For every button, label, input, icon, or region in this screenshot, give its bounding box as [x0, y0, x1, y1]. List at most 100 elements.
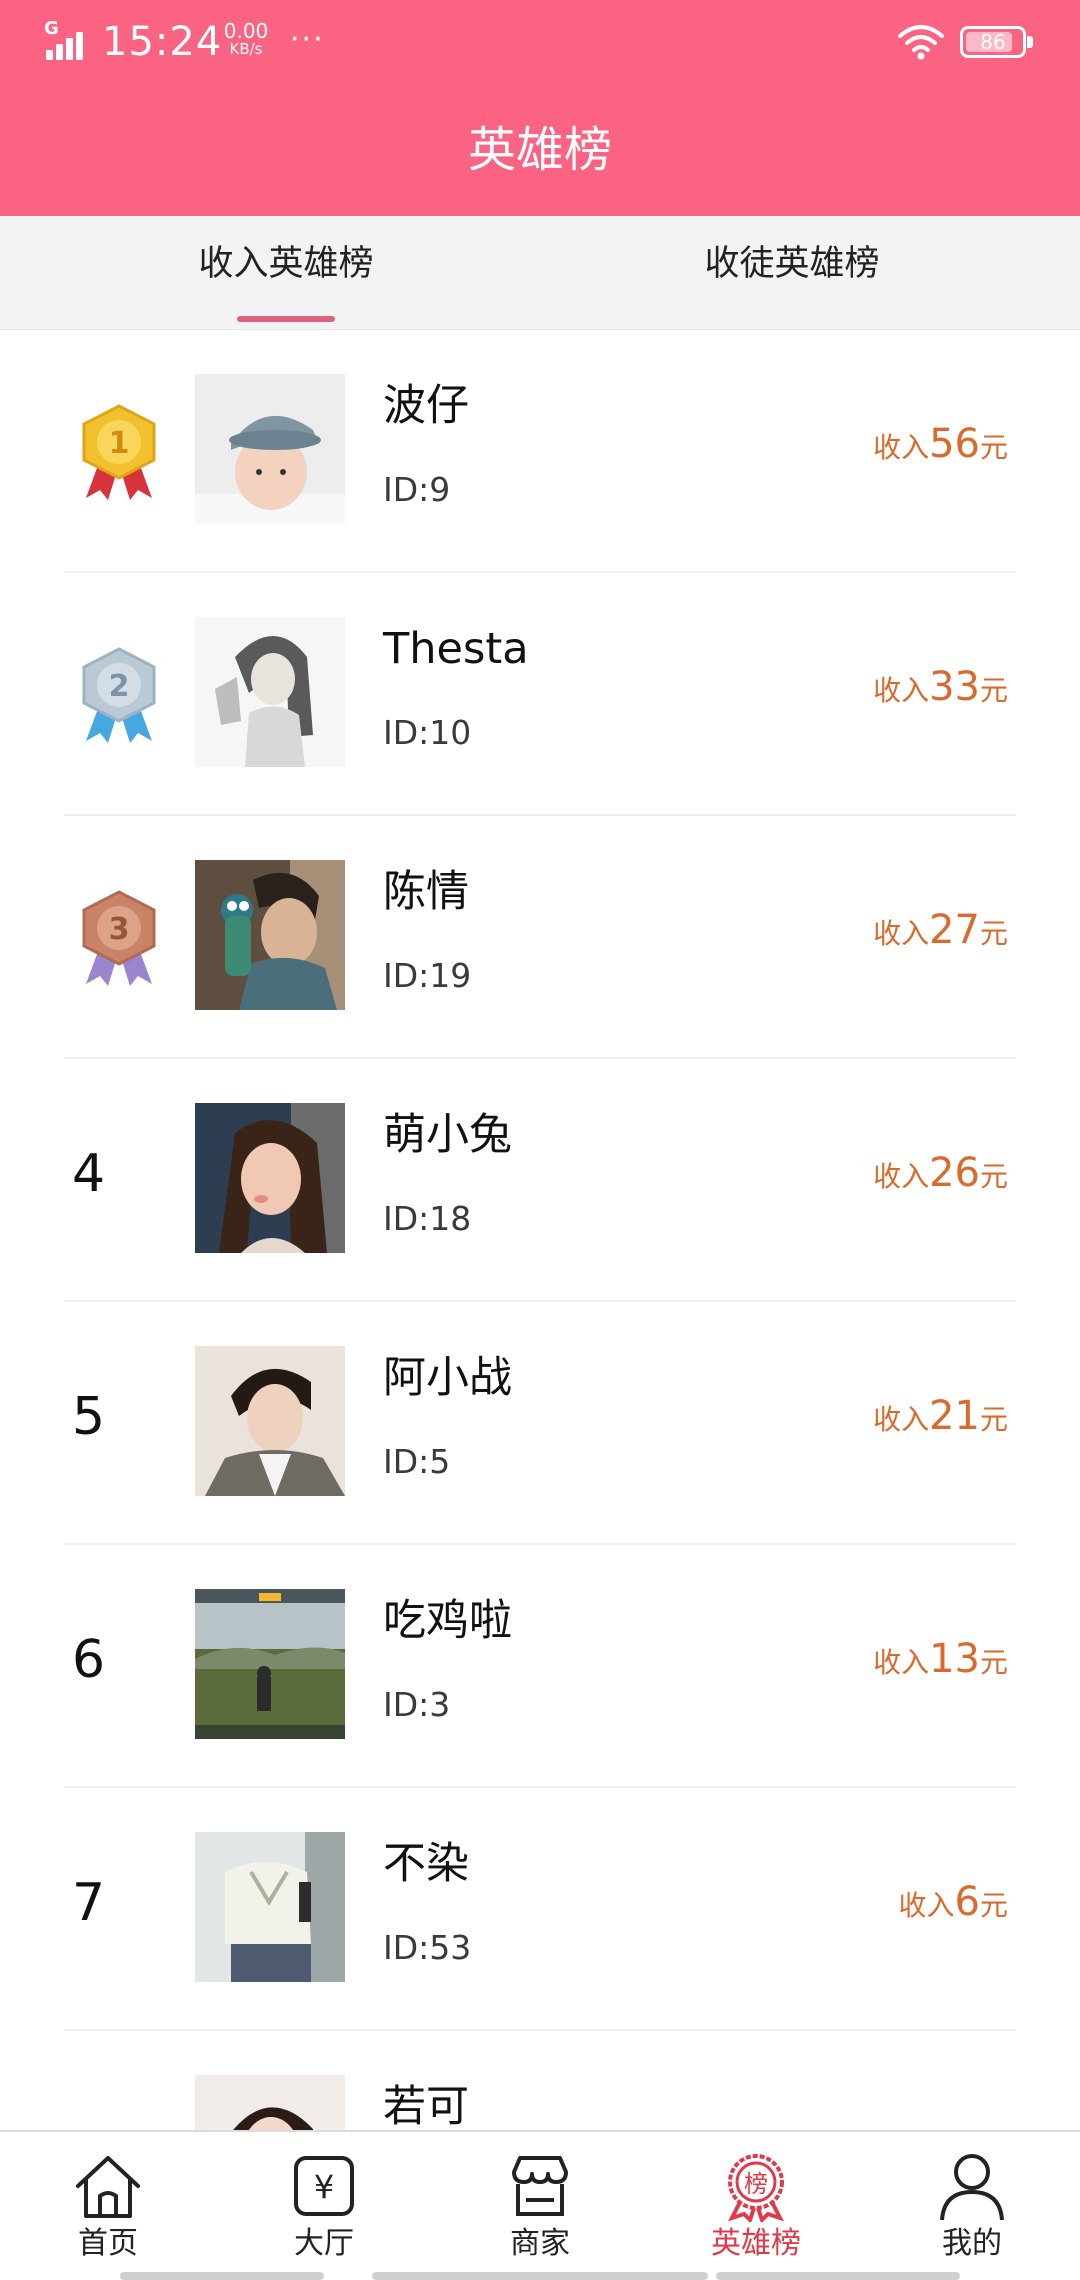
avatar — [195, 1589, 345, 1739]
user-name: Thesta — [383, 624, 529, 674]
rank-badge: 1 — [60, 330, 170, 573]
wifi-icon — [898, 25, 944, 60]
svg-text:榜: 榜 — [744, 2170, 768, 2198]
income-unit: 元 — [979, 1403, 1008, 1436]
nav-home[interactable]: 首页 — [0, 2132, 216, 2280]
ranking-row[interactable]: 2 Thesta ID:10 收入33元 — [0, 573, 1080, 816]
income-label: 收入 — [873, 431, 930, 464]
rank-number: 6 — [72, 1630, 106, 1690]
ranking-row[interactable]: 若可 — [0, 2031, 1080, 2130]
income-unit: 元 — [979, 1646, 1008, 1679]
silver-medal-icon: 2 — [82, 647, 156, 743]
ranking-list[interactable]: 1 波仔 ID:9 收入56元 2 Thesta ID:10 收入33元 3 陈… — [0, 330, 1080, 2130]
ranking-row[interactable]: 5 阿小战 ID:5 收入21元 — [0, 1302, 1080, 1545]
shop-icon — [512, 2156, 568, 2216]
svg-text:1: 1 — [109, 426, 130, 461]
rank-badge: 2 — [60, 573, 170, 816]
income-value: 33 — [929, 664, 980, 710]
income-amount: 收入21元 — [873, 1388, 1008, 1448]
nav-label: 首页 — [78, 2226, 138, 2261]
tab-label: 收入英雄榜 — [198, 244, 374, 284]
page-title: 英雄榜 — [467, 122, 612, 178]
bottom-nav: 首页 ¥ 大厅 商家 榜 英雄榜 我的 — [0, 2130, 1080, 2280]
rank-number: 4 — [72, 1144, 106, 1204]
ranking-row[interactable]: 4 萌小兔 ID:18 收入26元 — [0, 1059, 1080, 1302]
ranking-row[interactable]: 3 陈情 ID:19 收入27元 — [0, 816, 1080, 1059]
user-name: 阿小战 — [383, 1353, 512, 1403]
tab-apprentice-ranking[interactable]: 收徒英雄榜 — [522, 216, 1062, 330]
income-unit: 元 — [979, 431, 1008, 464]
income-label: 收入 — [873, 1403, 930, 1436]
gesture-bar — [372, 2272, 708, 2280]
app-screen: G 15:24 0.00 KB/s ··· 86 英雄榜 收入英雄榜 收徒英雄榜… — [0, 0, 1080, 2280]
nav-label: 商家 — [510, 2226, 570, 2261]
income-unit: 元 — [979, 1889, 1008, 1922]
income-amount: 收入13元 — [873, 1631, 1008, 1691]
rank-badge: 7 — [60, 1788, 170, 2031]
more-notifications-icon: ··· — [290, 22, 325, 57]
nav-label: 大厅 — [294, 2226, 354, 2261]
ranking-tabs: 收入英雄榜 收徒英雄榜 — [0, 216, 1080, 330]
income-value: 56 — [929, 421, 980, 467]
avatar — [195, 860, 345, 1010]
nav-ranking[interactable]: 榜 英雄榜 — [648, 2132, 864, 2280]
home-icon — [76, 2156, 140, 2218]
income-value: 13 — [929, 1636, 980, 1682]
ranking-row[interactable]: 7 不染 ID:53 收入6元 — [0, 1788, 1080, 2031]
svg-text:3: 3 — [109, 912, 130, 947]
income-label: 收入 — [898, 1889, 955, 1922]
ranking-row[interactable]: 6 吃鸡啦 ID:3 收入13元 — [0, 1545, 1080, 1788]
avatar — [195, 374, 345, 524]
user-id: ID:18 — [383, 1199, 472, 1238]
yuan-icon: ¥ — [294, 2156, 354, 2216]
gesture-bar — [716, 2272, 960, 2280]
tab-label: 收徒英雄榜 — [704, 244, 880, 284]
income-unit: 元 — [979, 917, 1008, 950]
user-id: ID:53 — [383, 1928, 472, 1967]
battery-level: 86 — [980, 30, 1006, 54]
avatar — [195, 1346, 345, 1496]
income-amount: 收入56元 — [873, 416, 1008, 476]
nav-profile[interactable]: 我的 — [864, 2132, 1080, 2280]
nav-label: 英雄榜 — [711, 2226, 801, 2261]
rank-badge: 5 — [60, 1302, 170, 1545]
svg-text:¥: ¥ — [314, 2168, 334, 2206]
user-name: 吃鸡啦 — [383, 1596, 512, 1646]
rank-number: 7 — [72, 1873, 106, 1933]
income-unit: 元 — [979, 674, 1008, 707]
income-amount: 收入26元 — [873, 1145, 1008, 1205]
status-bar: G 15:24 0.00 KB/s ··· 86 — [0, 0, 1080, 84]
avatar — [195, 2075, 345, 2130]
income-label: 收入 — [873, 674, 930, 707]
income-value: 6 — [954, 1879, 980, 1925]
income-unit: 元 — [979, 1160, 1008, 1193]
income-amount: 收入33元 — [873, 659, 1008, 719]
avatar — [195, 1832, 345, 1982]
svg-text:2: 2 — [109, 669, 130, 704]
nav-label: 我的 — [942, 2226, 1002, 2261]
nav-merchant[interactable]: 商家 — [432, 2132, 648, 2280]
income-label: 收入 — [873, 917, 930, 950]
income-amount: 收入27元 — [873, 902, 1008, 962]
rank-number: 5 — [72, 1387, 106, 1447]
network-type: G — [44, 18, 59, 39]
user-name: 陈情 — [383, 867, 469, 917]
nav-hall[interactable]: ¥ 大厅 — [216, 2132, 432, 2280]
battery-icon: 86 — [960, 26, 1033, 58]
income-value: 26 — [929, 1150, 980, 1196]
user-id: ID:3 — [383, 1685, 451, 1724]
income-label: 收入 — [873, 1160, 930, 1193]
tab-income-ranking[interactable]: 收入英雄榜 — [16, 216, 556, 330]
network-speed-value: 0.00 — [223, 19, 269, 43]
user-name: 不染 — [383, 1839, 469, 1889]
avatar — [195, 617, 345, 767]
gesture-bar — [120, 2272, 324, 2280]
user-name: 波仔 — [383, 381, 469, 431]
ranking-row[interactable]: 1 波仔 ID:9 收入56元 — [0, 330, 1080, 573]
user-name: 若可 — [383, 2082, 469, 2130]
rank-badge: 4 — [60, 1059, 170, 1302]
ranking-badge-icon: 榜 — [728, 2154, 784, 2222]
rank-badge: 6 — [60, 1545, 170, 1788]
user-id: ID:19 — [383, 956, 472, 995]
user-name: 萌小兔 — [383, 1110, 512, 1160]
